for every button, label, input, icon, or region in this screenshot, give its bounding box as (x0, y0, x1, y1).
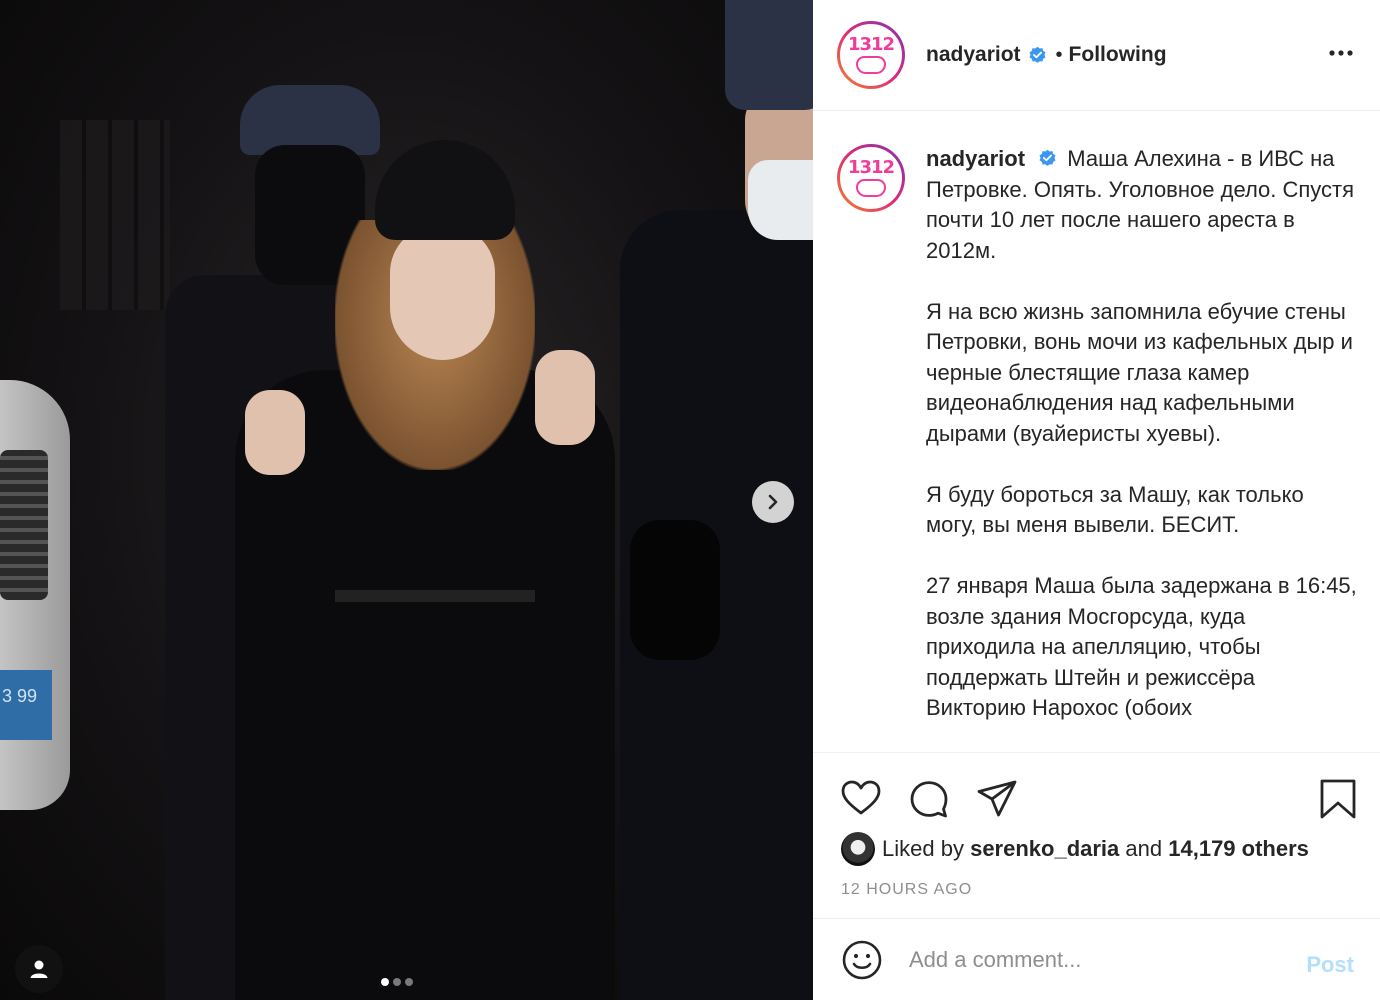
smiley-icon[interactable] (841, 939, 883, 981)
post-timestamp[interactable]: 12 HOURS AGO (841, 881, 972, 899)
comment-icon[interactable] (907, 777, 951, 821)
background-window (60, 120, 170, 310)
caption-paragraph-4: 27 января Маша была задержана в 16:45, в… (926, 573, 1357, 720)
caption-scroll-area[interactable]: 1312 nadyariot Маша Алехина - в ИВС на П… (813, 112, 1380, 752)
likes-others-count[interactable]: 14,179 others (1168, 836, 1309, 862)
post-comment-button[interactable]: Post (1306, 952, 1354, 978)
more-horizontal-icon[interactable] (1328, 40, 1354, 66)
verified-badge-icon (1039, 149, 1056, 166)
bookmark-icon[interactable] (1316, 777, 1360, 821)
liker-avatar[interactable] (841, 832, 875, 866)
post-photo[interactable]: 3 99 (0, 0, 813, 1000)
likes-prefix: Liked by (882, 836, 964, 861)
post-panel: 1312 nadyariot • Following 1312 nadyario… (813, 0, 1380, 1000)
carousel-dots (381, 978, 413, 986)
caption-text: nadyariot Маша Алехина - в ИВС на Петров… (926, 144, 1360, 752)
caption-paragraph-3: Я буду бороться за Машу, как только могу… (926, 481, 1304, 538)
chevron-right-icon (768, 494, 778, 510)
carousel-dot-1 (381, 978, 389, 986)
likes-line: Liked by serenko_daria and 14,179 others (841, 832, 1309, 866)
user-tag-icon (30, 960, 48, 978)
verified-badge-icon (1029, 46, 1046, 63)
author-avatar[interactable]: 1312 (837, 21, 905, 89)
police-car (0, 380, 70, 810)
kitty-icon (855, 179, 886, 197)
license-plate: 3 99 (0, 670, 52, 740)
following-button[interactable]: Following (1069, 43, 1167, 67)
caption-username[interactable]: nadyariot (926, 146, 1025, 171)
action-icons (813, 753, 1380, 841)
carousel-dot-2 (393, 978, 401, 986)
likes-joiner: and (1125, 836, 1163, 861)
carousel-dot-3 (405, 978, 413, 986)
send-icon[interactable] (975, 777, 1019, 821)
carousel-next-button[interactable] (752, 481, 794, 523)
comment-bar: Post (813, 918, 1380, 1000)
caption-paragraph-2: Я на всю жизнь запомнила ебучие стены Пе… (926, 298, 1353, 446)
header-separator: • (1055, 43, 1063, 66)
woman-figure (225, 140, 625, 1000)
avatar-logo-text: 1312 (847, 34, 895, 55)
kitty-icon (855, 56, 886, 74)
license-plate-text: 3 99 (2, 686, 38, 706)
comment-input[interactable] (909, 946, 1279, 973)
car-grill (0, 450, 48, 600)
liker-username[interactable]: serenko_daria (970, 836, 1119, 862)
caption: 1312 nadyariot Маша Алехина - в ИВС на П… (813, 112, 1380, 752)
user-tag-button[interactable] (15, 945, 63, 993)
post-actions: Liked by serenko_daria and 14,179 others… (813, 752, 1380, 898)
heart-icon[interactable] (839, 777, 883, 821)
caption-avatar-logo-text: 1312 (847, 157, 895, 178)
post-header: 1312 nadyariot • Following (813, 0, 1380, 111)
caption-avatar[interactable]: 1312 (837, 144, 905, 212)
author-username[interactable]: nadyariot (926, 43, 1021, 67)
